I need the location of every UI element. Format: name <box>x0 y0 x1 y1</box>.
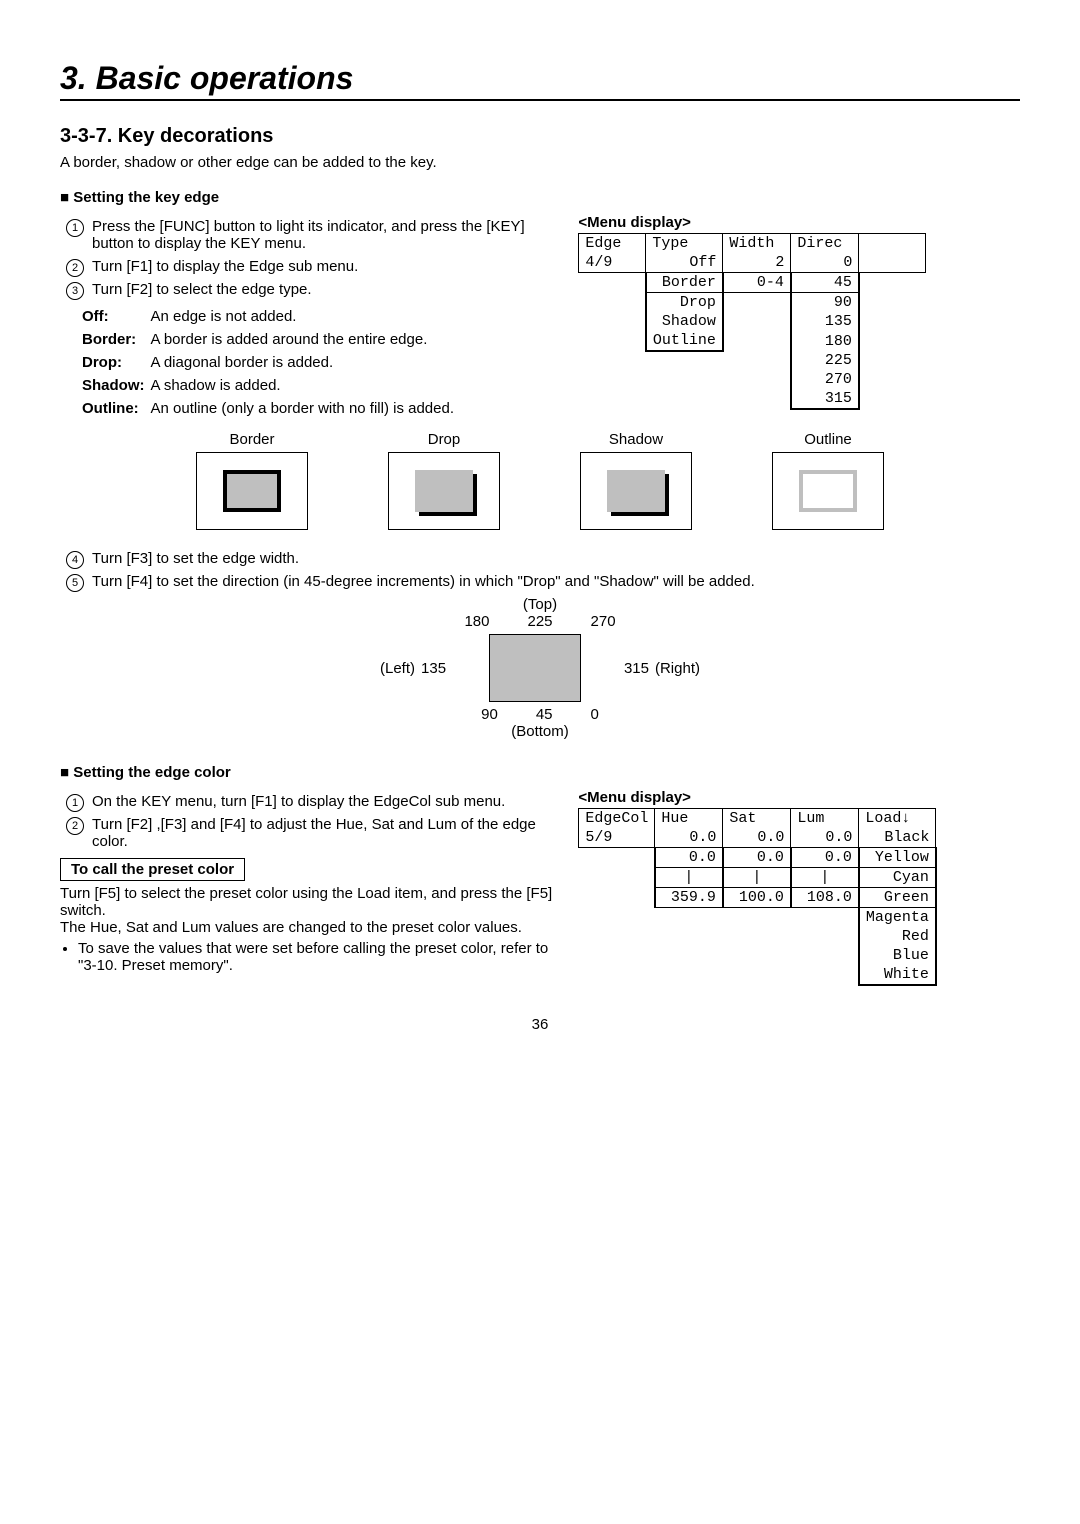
section-intro: A border, shadow or other edge can be ad… <box>60 154 1020 171</box>
preview-outline: Outline <box>772 431 884 530</box>
preview-shadow: Shadow <box>580 431 692 530</box>
preview-drop: Drop <box>388 431 500 530</box>
menu-display-edgecol: EdgeCol Hue Sat Lum Load↓ 5/9 0.0 0.0 0.… <box>578 808 937 986</box>
preset-text-3: To save the values that were set before … <box>78 940 562 974</box>
edge-type-table: Off:An edge is not added. Border:A borde… <box>80 304 460 421</box>
edge-step-3: 3Turn [F2] to select the edge type. <box>92 281 562 298</box>
preview-border: Border <box>196 431 308 530</box>
color-heading: Setting the edge color <box>60 764 1020 781</box>
edge-previews: Border Drop Shadow Outline <box>60 431 1020 530</box>
preset-color-title: To call the preset color <box>60 858 245 881</box>
preset-text-2: The Hue, Sat and Lum values are changed … <box>60 919 562 936</box>
chapter-title: 3. Basic operations <box>60 60 1020 101</box>
edge-step-2: 2Turn [F1] to display the Edge sub menu. <box>92 258 562 275</box>
section-title: 3-3-7. Key decorations <box>60 125 1020 148</box>
edge-step-4: 4Turn [F3] to set the edge width. <box>92 550 1020 567</box>
direction-diagram: (Top) 180225270 (Left) 135 315 (Right) 9… <box>380 596 700 740</box>
color-step-2: 2Turn [F2] ,[F3] and [F4] to adjust the … <box>92 816 562 850</box>
menu2-label: <Menu display> <box>578 789 1020 806</box>
edge-heading: Setting the key edge <box>60 189 1020 206</box>
preset-text-1: Turn [F5] to select the preset color usi… <box>60 885 562 919</box>
color-step-1: 1On the KEY menu, turn [F1] to display t… <box>92 793 562 810</box>
menu-display-edge: Edge Type Width Direc 4/9 Off 2 0 Border… <box>578 233 926 410</box>
menu1-label: <Menu display> <box>578 214 1020 231</box>
page-number: 36 <box>60 1016 1020 1033</box>
edge-step-5: 5Turn [F4] to set the direction (in 45-d… <box>92 573 1020 590</box>
edge-step-1: 1Press the [FUNC] button to light its in… <box>92 218 562 252</box>
